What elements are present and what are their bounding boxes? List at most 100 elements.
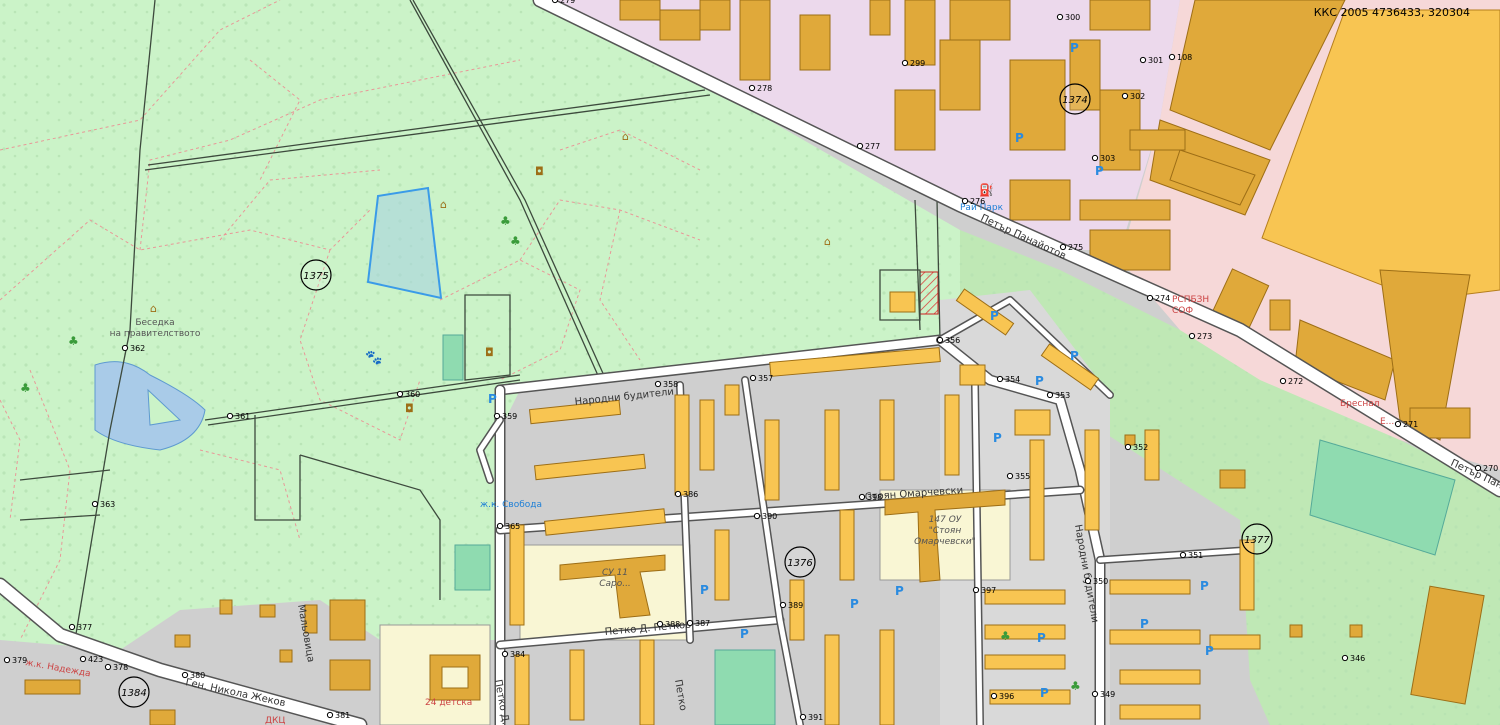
survey-point-marker [901,59,909,67]
survey-point-marker [501,650,509,658]
survey-point-label: 398 [867,493,882,502]
survey-point-marker [990,692,998,700]
survey-point-marker [749,374,757,382]
survey-point-marker [961,197,969,205]
tree-icon: ♣ [510,234,521,248]
survey-point-marker [972,586,980,594]
survey-point-marker [1046,391,1054,399]
survey-point-label: 358 [663,380,678,389]
survey-point-marker [91,500,99,508]
survey-point-label: 301 [1148,56,1163,65]
survey-point-label: 362 [130,344,145,353]
survey-point-marker [326,711,334,719]
district-label-1377: 1377 [1244,535,1270,546]
parking-icon: P [1205,644,1214,658]
monument-icon: ⌂ [440,198,447,211]
survey-point-marker [181,671,189,679]
place-label-school-11: СУ 11 Саро... [599,568,631,589]
hatched-parcel[interactable] [919,271,939,315]
survey-point-marker [748,84,756,92]
survey-point-label: 391 [808,713,823,722]
survey-point-label: 276 [970,197,985,206]
picnic-icon: ◘ [485,346,494,359]
survey-point-marker [68,623,76,631]
survey-point-label: 353 [1055,391,1070,400]
picnic-icon: ◘ [535,165,544,178]
survey-point-label: 365 [505,522,520,531]
picnic-icon: ◘ [405,402,414,415]
survey-point-label: 361 [235,412,250,421]
survey-point-marker [1179,551,1187,559]
picnic-icon: ⌂ [150,302,157,315]
survey-point-marker [79,655,87,663]
survey-point-label: 272 [1288,377,1303,386]
survey-point-label: 354 [1005,375,1020,384]
survey-point-label: 396 [999,692,1014,701]
survey-point-marker [1279,377,1287,385]
district-label-1384: 1384 [121,688,146,699]
survey-point-label: 277 [865,142,880,151]
survey-point-label: 384 [510,650,525,659]
parking-icon: P [1070,41,1079,55]
place-label-e: Е... [1380,417,1394,427]
paw-icon: 🐾 [365,350,382,366]
cadastral-map[interactable]: 1375 1374 1376 1377 1384 Петър Панайотов… [0,0,1500,725]
fuel-station-icon: ⛽ [979,183,994,197]
parking-icon: P [700,583,709,597]
coordinate-readout: ККС 2005 4736433, 320304 [1313,6,1470,19]
survey-point-marker [686,619,694,627]
survey-point-label: 381 [335,711,350,720]
place-label-kindergarten: 24 детска [425,698,472,708]
survey-point-marker [496,522,504,530]
parking-icon: P [990,309,999,323]
survey-point-label: 397 [981,586,996,595]
survey-point-label: 299 [910,59,925,68]
survey-point-label: 303 [1100,154,1115,163]
tree-icon: ♣ [1000,629,1011,643]
parking-icon: P [1040,686,1049,700]
survey-point-marker [493,412,501,420]
monument-icon: ⌂ [622,130,629,143]
survey-point-marker [858,493,866,501]
survey-point-label: 108 [1177,53,1192,62]
monument-icon: ⌂ [824,235,831,248]
survey-point-marker [1341,654,1349,662]
survey-point-label: 278 [757,84,772,93]
district-label-1375: 1375 [303,271,328,282]
survey-point-label: 378 [113,663,128,672]
tree-icon: ♣ [500,214,511,228]
survey-point-label: 346 [1350,654,1365,663]
survey-point-label: 377 [77,623,92,632]
survey-point-label: 349 [1100,690,1115,699]
survey-point-label: 270 [1483,464,1498,473]
tree-icon: ♣ [1070,679,1081,693]
survey-point-marker [1084,577,1092,585]
survey-point-marker [1091,690,1099,698]
survey-point-marker [104,663,112,671]
selected-parcel[interactable] [366,186,443,300]
parking-icon: P [1035,374,1044,388]
survey-point-label: 350 [1093,577,1108,586]
survey-point-marker [1091,154,1099,162]
survey-point-marker [1474,464,1482,472]
survey-point-marker [1059,243,1067,251]
survey-point-label: 360 [405,390,420,399]
survey-point-marker [674,490,682,498]
survey-point-marker [1124,443,1132,451]
parking-icon: P [740,627,749,641]
survey-point-marker [1168,53,1176,61]
survey-point-label: 423 [88,655,103,664]
survey-point-marker [396,390,404,398]
survey-point-marker [753,512,761,520]
survey-point-marker [121,344,129,352]
survey-point-label: 388 [665,620,680,629]
parking-icon: P [1037,631,1046,645]
survey-point-label: 359 [502,412,517,421]
survey-point-marker [1394,420,1402,428]
survey-point-label: 279 [560,0,575,5]
survey-point-label: 351 [1188,551,1203,560]
survey-point-marker [226,412,234,420]
parking-icon: P [993,431,1002,445]
survey-point-marker [1139,56,1147,64]
survey-point-label: 273 [1197,332,1212,341]
